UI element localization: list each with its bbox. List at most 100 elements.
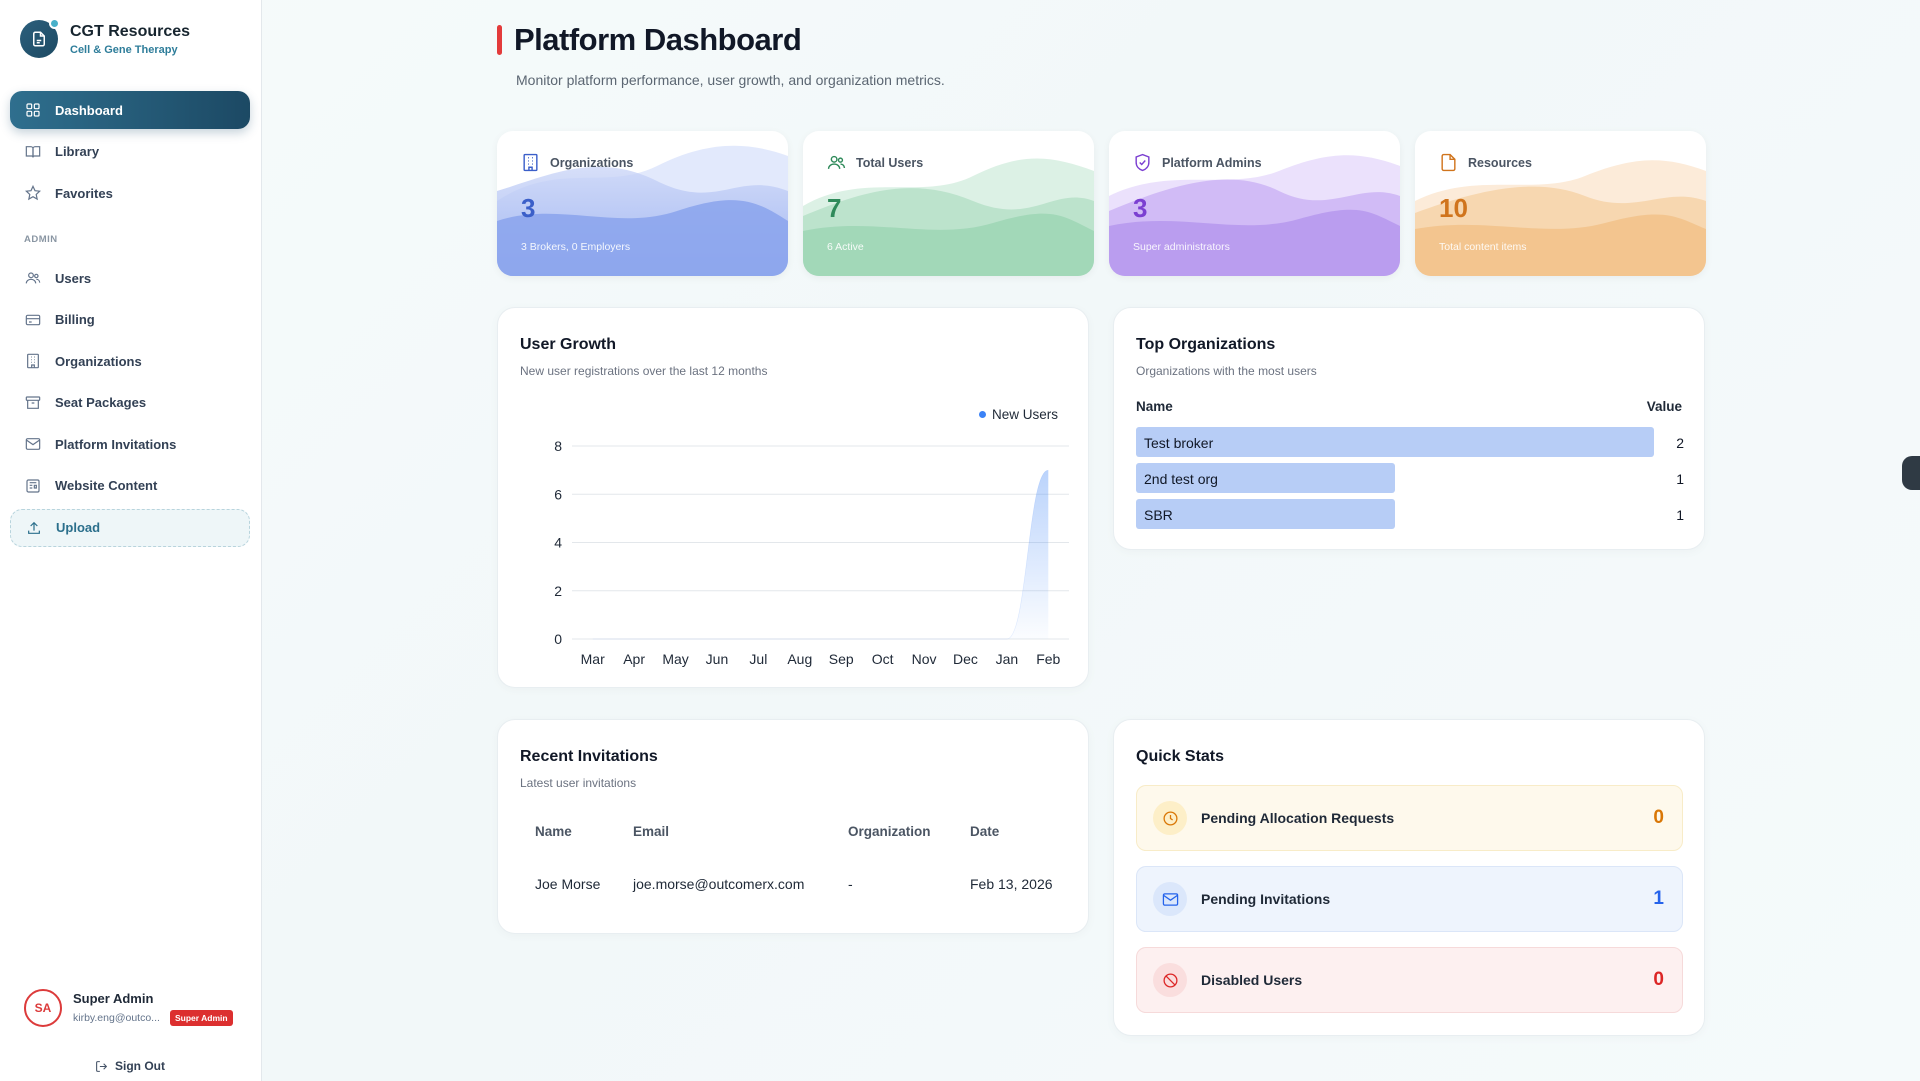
title-accent [497,25,502,55]
stat-note: 3 Brokers, 0 Employers [521,241,631,253]
sidebar-item-label: Seat Packages [55,395,147,410]
sidebar-item-label: Library [55,144,100,159]
top-organizations-panel: Top Organizations Organizations with the… [1113,307,1705,550]
clock-icon [1153,801,1187,835]
quick-stat-pending-allocation[interactable]: Pending Allocation Requests 0 [1136,785,1683,851]
quick-stat-disabled-users[interactable]: Disabled Users 0 [1136,947,1683,1013]
stat-card-platform-admins[interactable]: Platform Admins 3 Super administrators [1109,131,1400,276]
recent-invitations-panel: Recent Invitations Latest user invitatio… [497,719,1089,934]
archive-icon [25,395,41,409]
cell-email: joe.morse@outcomerx.com [633,876,805,892]
quick-stat-pending-invitations[interactable]: Pending Invitations 1 [1136,866,1683,932]
page-subtitle: Monitor platform performance, user growt… [516,72,945,88]
column-header-date: Date [970,824,1000,839]
page-header: Platform Dashboard [497,22,802,58]
y-tick-label: 2 [554,583,562,599]
quick-stat-label: Disabled Users [1201,972,1303,988]
sidebar-item-website-content[interactable]: Website Content [10,467,250,505]
side-panel-toggle[interactable] [1902,456,1920,490]
org-name: SBR [1144,507,1173,523]
user-profile[interactable]: SA Super Admin kirby.eng@outco... Super … [24,989,233,1027]
role-badge: Super Admin [170,1009,233,1026]
org-name: 2nd test org [1144,471,1218,487]
column-header-name: Name [535,824,572,839]
sidebar-item-platform-invitations[interactable]: Platform Invitations [10,425,250,463]
stat-label: Resources [1468,155,1532,170]
grid-icon [26,103,40,117]
file-icon [1441,153,1456,172]
user-name: Super Admin [73,990,154,1006]
stat-card-resources[interactable]: Resources 10 Total content items [1415,131,1706,276]
cell-date: Feb 13, 2026 [970,876,1053,892]
stat-card-organizations[interactable]: Organizations 3 3 Brokers, 0 Employers [497,131,788,276]
cell-name: Joe Morse [535,876,601,892]
org-bar-row[interactable]: Test broker 2 [1136,427,1684,458]
logout-icon [96,1060,108,1072]
sidebar-item-users[interactable]: Users [10,259,250,297]
sidebar: CGT Resources Cell & Gene Therapy Dashbo… [0,0,262,1081]
mail-icon [25,438,41,450]
sidebar-item-label: Website Content [55,478,158,493]
sidebar-item-label: Platform Invitations [55,436,177,452]
column-header-email: Email [633,824,670,839]
sidebar-item-organizations[interactable]: Organizations [10,342,250,380]
sidebar-item-favorites[interactable]: Favorites [10,174,250,212]
user-growth-chart[interactable]: 0 2 4 6 8 Mar Apr May Jun Jul Aug Sep Oct Nov Dec Jan Fe… [498,308,1090,689]
stat-header: Organizations [521,153,633,172]
stat-header: Resources [1439,153,1532,172]
credit-card-icon [25,314,41,325]
user-email: kirby.eng@outco... [73,1011,160,1024]
building-icon [27,353,39,369]
quick-stat-value: 0 [1653,969,1664,990]
sidebar-item-label: Favorites [55,185,113,201]
x-tick-label: Feb [1036,651,1060,667]
panel-subtitle: Organizations with the most users [1136,364,1317,378]
org-bar [1136,427,1654,457]
org-bar-row[interactable]: 2nd test org 1 [1136,463,1684,494]
stat-header: Platform Admins [1133,153,1262,172]
users-icon [25,272,41,284]
star-icon [25,185,41,201]
book-icon [25,145,41,157]
ban-icon [1153,963,1187,997]
panel-title: Top Organizations [1136,336,1276,353]
y-tick-label: 6 [554,486,562,502]
x-tick-label: Jul [749,651,767,667]
quick-stat-label: Pending Allocation Requests [1201,810,1395,826]
sidebar-item-upload[interactable]: Upload [10,508,250,547]
sidebar-item-library[interactable]: Library [10,133,250,171]
panel-subtitle: Latest user invitations [520,776,637,790]
x-tick-label: Nov [912,651,937,667]
brand-subtitle: Cell & Gene Therapy [70,43,178,56]
x-tick-label: Sep [829,651,854,667]
quick-stat-label: Pending Invitations [1201,891,1331,907]
page-title: Platform Dashboard [514,22,802,57]
sidebar-item-billing[interactable]: Billing [10,301,250,339]
nav-section-admin: ADMIN [24,234,58,245]
sidebar-item-seat-packages[interactable]: Seat Packages [10,384,250,422]
x-tick-label: Apr [623,651,645,667]
sidebar-item-label: Organizations [55,353,142,369]
sign-out-button[interactable]: Sign Out [95,1059,165,1073]
org-bar [1136,499,1395,529]
stat-card-total-users[interactable]: Total Users 7 6 Active [803,131,1094,276]
quick-stats-panel: Quick Stats Pending Allocation Requests … [1113,719,1705,1036]
org-name: Test broker [1144,435,1214,451]
stat-note: Total content items [1439,241,1527,253]
org-bar-row[interactable]: SBR 1 [1136,499,1684,530]
brand[interactable]: CGT Resources Cell & Gene Therapy [20,18,190,58]
users-icon [827,155,846,169]
y-tick-label: 0 [554,631,562,647]
column-header-organization: Organization [848,824,931,839]
sign-out-label: Sign Out [115,1059,165,1073]
avatar: SA [24,989,62,1027]
series-area-new-users [592,470,1049,639]
panel-title: Quick Stats [1136,748,1225,765]
stat-note: 6 Active [827,241,864,253]
x-tick-label: Jun [706,651,729,667]
y-tick-label: 8 [554,438,562,454]
column-header-value: Value [1646,399,1682,414]
brand-logo-icon [20,18,60,58]
shield-check-icon [1135,153,1150,172]
sidebar-item-dashboard[interactable]: Dashboard [10,91,250,129]
